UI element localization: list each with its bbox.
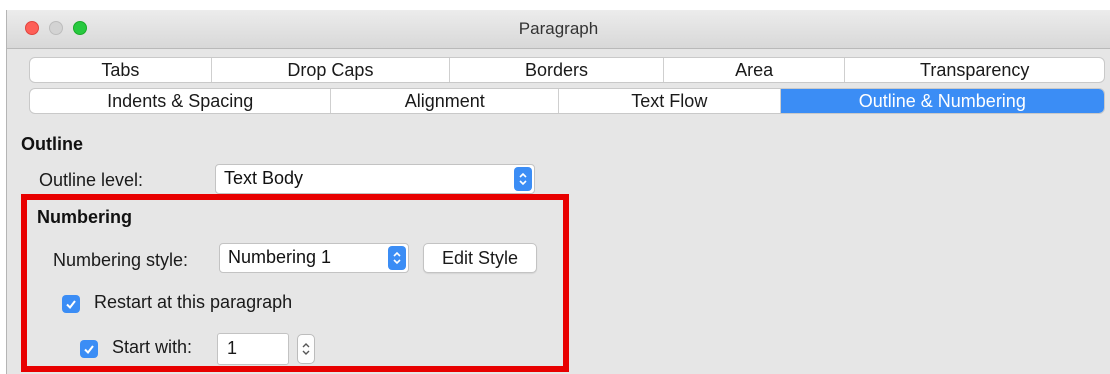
tab-transparency[interactable]: Transparency: [845, 58, 1104, 82]
paragraph-dialog: Paragraph Tabs Drop Caps Borders Area Tr…: [6, 10, 1110, 374]
tab-drop-caps[interactable]: Drop Caps: [212, 58, 451, 82]
outline-level-select[interactable]: Text Body: [215, 164, 535, 194]
stepper-arrows-icon: [302, 343, 310, 355]
outline-level-value: Text Body: [224, 168, 304, 188]
tab-outline-numbering[interactable]: Outline & Numbering: [780, 89, 1104, 113]
restart-paragraph-label: Restart at this paragraph: [94, 292, 293, 312]
start-with-label: Start with:: [112, 337, 193, 357]
numbering-style-label: Numbering style:: [53, 250, 189, 270]
numbering-heading: Numbering: [37, 207, 133, 227]
outline-heading: Outline: [21, 134, 83, 154]
outline-level-label: Outline level:: [39, 170, 144, 190]
numbering-style-value: Numbering 1: [228, 247, 332, 267]
checkmark-icon: [66, 300, 76, 310]
chevron-up-down-icon: [514, 167, 532, 191]
start-with-input[interactable]: 1: [217, 333, 289, 365]
numbering-style-select[interactable]: Numbering 1: [219, 243, 409, 273]
window-title: Paragraph: [518, 19, 599, 38]
tab-bar-row-2: Indents & Spacing Alignment Text Flow Ou…: [29, 88, 1105, 114]
tab-text-flow[interactable]: Text Flow: [559, 89, 781, 113]
checkmark-icon: [84, 345, 94, 355]
tab-tabs[interactable]: Tabs: [30, 58, 212, 82]
tab-area[interactable]: Area: [664, 58, 846, 82]
tab-indents-spacing[interactable]: Indents & Spacing: [30, 89, 332, 113]
title-bar: Paragraph: [7, 10, 1110, 49]
tab-alignment[interactable]: Alignment: [331, 89, 560, 113]
start-with-checkbox[interactable]: [80, 340, 98, 358]
start-with-stepper[interactable]: [297, 334, 315, 364]
restart-paragraph-checkbox[interactable]: [62, 295, 80, 313]
tab-bar-row-1: Tabs Drop Caps Borders Area Transparency: [29, 57, 1105, 83]
edit-style-button[interactable]: Edit Style: [423, 243, 537, 273]
tab-borders[interactable]: Borders: [450, 58, 664, 82]
start-with-value: 1: [227, 338, 238, 358]
chevron-up-down-icon: [388, 246, 406, 270]
